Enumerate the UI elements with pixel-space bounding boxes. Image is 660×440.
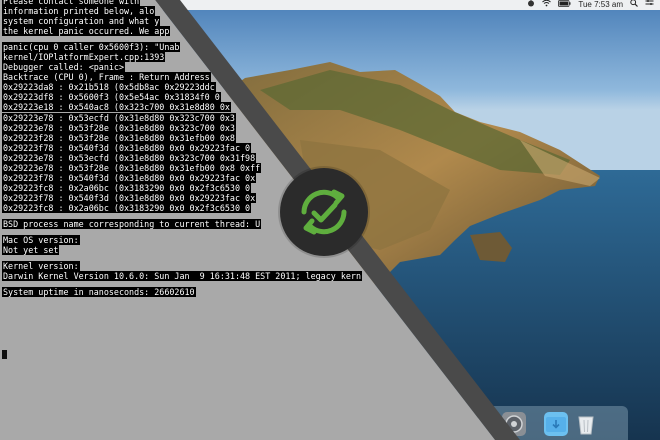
panic-line: Kernel version: xyxy=(2,261,80,272)
search-icon[interactable] xyxy=(630,0,638,9)
battery-icon[interactable] xyxy=(558,0,571,9)
clock-time[interactable]: Tue 7:53 am xyxy=(578,0,623,9)
panic-line: System uptime in nanoseconds: 26602610 xyxy=(2,287,196,298)
composite-image: Tue 7:53 am Please contact someone with … xyxy=(0,0,660,440)
menu-bar-status-area: Tue 7:53 am xyxy=(527,0,654,9)
text-cursor xyxy=(2,350,7,359)
downloads-folder-icon[interactable] xyxy=(544,412,568,436)
apple-icon[interactable] xyxy=(527,0,535,9)
trash-icon[interactable] xyxy=(574,412,598,436)
control-center-icon[interactable] xyxy=(645,0,654,9)
wifi-icon[interactable] xyxy=(542,0,552,9)
panic-line: Darwin Kernel Version 10.6.0: Sun Jan 9 … xyxy=(2,271,362,282)
sync-check-icon xyxy=(280,168,368,256)
